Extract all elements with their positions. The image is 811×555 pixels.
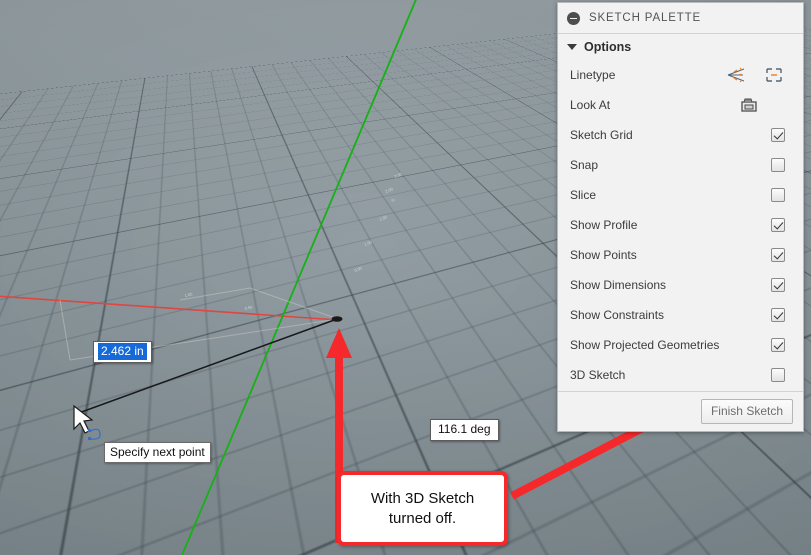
palette-row-slice[interactable]: Slice xyxy=(558,180,803,210)
centerline-icon[interactable] xyxy=(725,66,747,84)
palette-row-label: Show Profile xyxy=(570,218,638,232)
palette-row-3d-sketch[interactable]: 3D Sketch xyxy=(558,360,803,390)
svg-text:in: in xyxy=(391,197,396,203)
palette-row-label: Show Constraints xyxy=(570,308,665,322)
palette-footer: Finish Sketch xyxy=(558,391,803,431)
palette-row-snap[interactable]: Snap xyxy=(558,150,803,180)
length-dimension-value: 2.462 in xyxy=(98,343,147,360)
finish-sketch-button[interactable]: Finish Sketch xyxy=(700,399,793,424)
options-section-header[interactable]: Options xyxy=(558,34,803,60)
svg-text:2.00: 2.00 xyxy=(385,186,395,194)
triangle-down-icon[interactable] xyxy=(567,44,577,50)
palette-row-show-points[interactable]: Show Points xyxy=(558,240,803,270)
checkbox-snap[interactable] xyxy=(771,158,785,172)
fusion-sketch-screen: 2.00 1.50 1.00 0.50 in 1.00 0.50 2.50 2.… xyxy=(0,0,811,555)
palette-row-label: Sketch Grid xyxy=(570,128,633,142)
palette-row-label: Show Dimensions xyxy=(570,278,667,292)
palette-row-label: Show Projected Geometries xyxy=(570,338,720,352)
checkbox-show-projected-geometries[interactable] xyxy=(771,338,785,352)
length-dimension-input[interactable]: 2.462 in xyxy=(93,341,152,363)
checkbox-sketch-grid[interactable] xyxy=(771,128,785,142)
palette-row-label: Linetype xyxy=(570,68,616,82)
palette-row-show-profile[interactable]: Show Profile xyxy=(558,210,803,240)
checkbox-show-constraints[interactable] xyxy=(771,308,785,322)
checkbox-show-profile[interactable] xyxy=(771,218,785,232)
svg-text:0.50: 0.50 xyxy=(244,304,253,311)
minus-circle-icon[interactable] xyxy=(567,11,580,25)
svg-text:1.00: 1.00 xyxy=(364,239,374,247)
angle-dimension-value: 116.1 deg xyxy=(438,422,491,436)
callout-line-2: turned off. xyxy=(388,509,457,527)
palette-row-show-dimensions[interactable]: Show Dimensions xyxy=(558,270,803,300)
palette-row-linetype[interactable]: Linetype xyxy=(558,60,803,90)
palette-row-label: Show Points xyxy=(570,248,637,262)
checkbox-3d-sketch[interactable] xyxy=(771,368,785,382)
svg-text:1.00: 1.00 xyxy=(184,291,193,298)
sketch-palette-panel[interactable]: SKETCH PALETTE Options Linetype Look At … xyxy=(557,2,804,432)
palette-row-label: Slice xyxy=(570,188,597,202)
palette-row-sketch-grid[interactable]: Sketch Grid xyxy=(558,120,803,150)
palette-row-label: 3D Sketch xyxy=(570,368,626,382)
palette-header: SKETCH PALETTE xyxy=(558,3,803,34)
x-axis xyxy=(0,295,339,321)
callout-box: With 3D Sketch turned off. xyxy=(337,471,508,546)
palette-row-show-constraints[interactable]: Show Constraints xyxy=(558,300,803,330)
active-sketch-line xyxy=(75,318,338,415)
look-at-camera-icon[interactable] xyxy=(739,96,759,114)
palette-title: SKETCH PALETTE xyxy=(589,12,702,24)
svg-text:2.50: 2.50 xyxy=(394,171,404,179)
svg-text:0.50: 0.50 xyxy=(354,265,364,273)
construction-geometry-icon[interactable] xyxy=(763,66,785,84)
callout-line-1: With 3D Sketch xyxy=(370,489,475,507)
status-tooltip: Specify next point xyxy=(104,442,211,463)
palette-row-label: Look At xyxy=(570,98,611,112)
options-section-label: Options xyxy=(584,40,632,54)
checkbox-show-points[interactable] xyxy=(771,248,785,262)
palette-row-show-projected-geometries[interactable]: Show Projected Geometries xyxy=(558,330,803,360)
checkbox-slice[interactable] xyxy=(771,188,785,202)
origin-point xyxy=(331,316,343,322)
svg-text:1.50: 1.50 xyxy=(379,214,389,222)
angle-dimension-input[interactable]: 116.1 deg xyxy=(430,419,499,441)
checkbox-show-dimensions[interactable] xyxy=(771,278,785,292)
palette-row-label: Snap xyxy=(570,158,599,172)
palette-row-look-at[interactable]: Look At xyxy=(558,90,803,120)
